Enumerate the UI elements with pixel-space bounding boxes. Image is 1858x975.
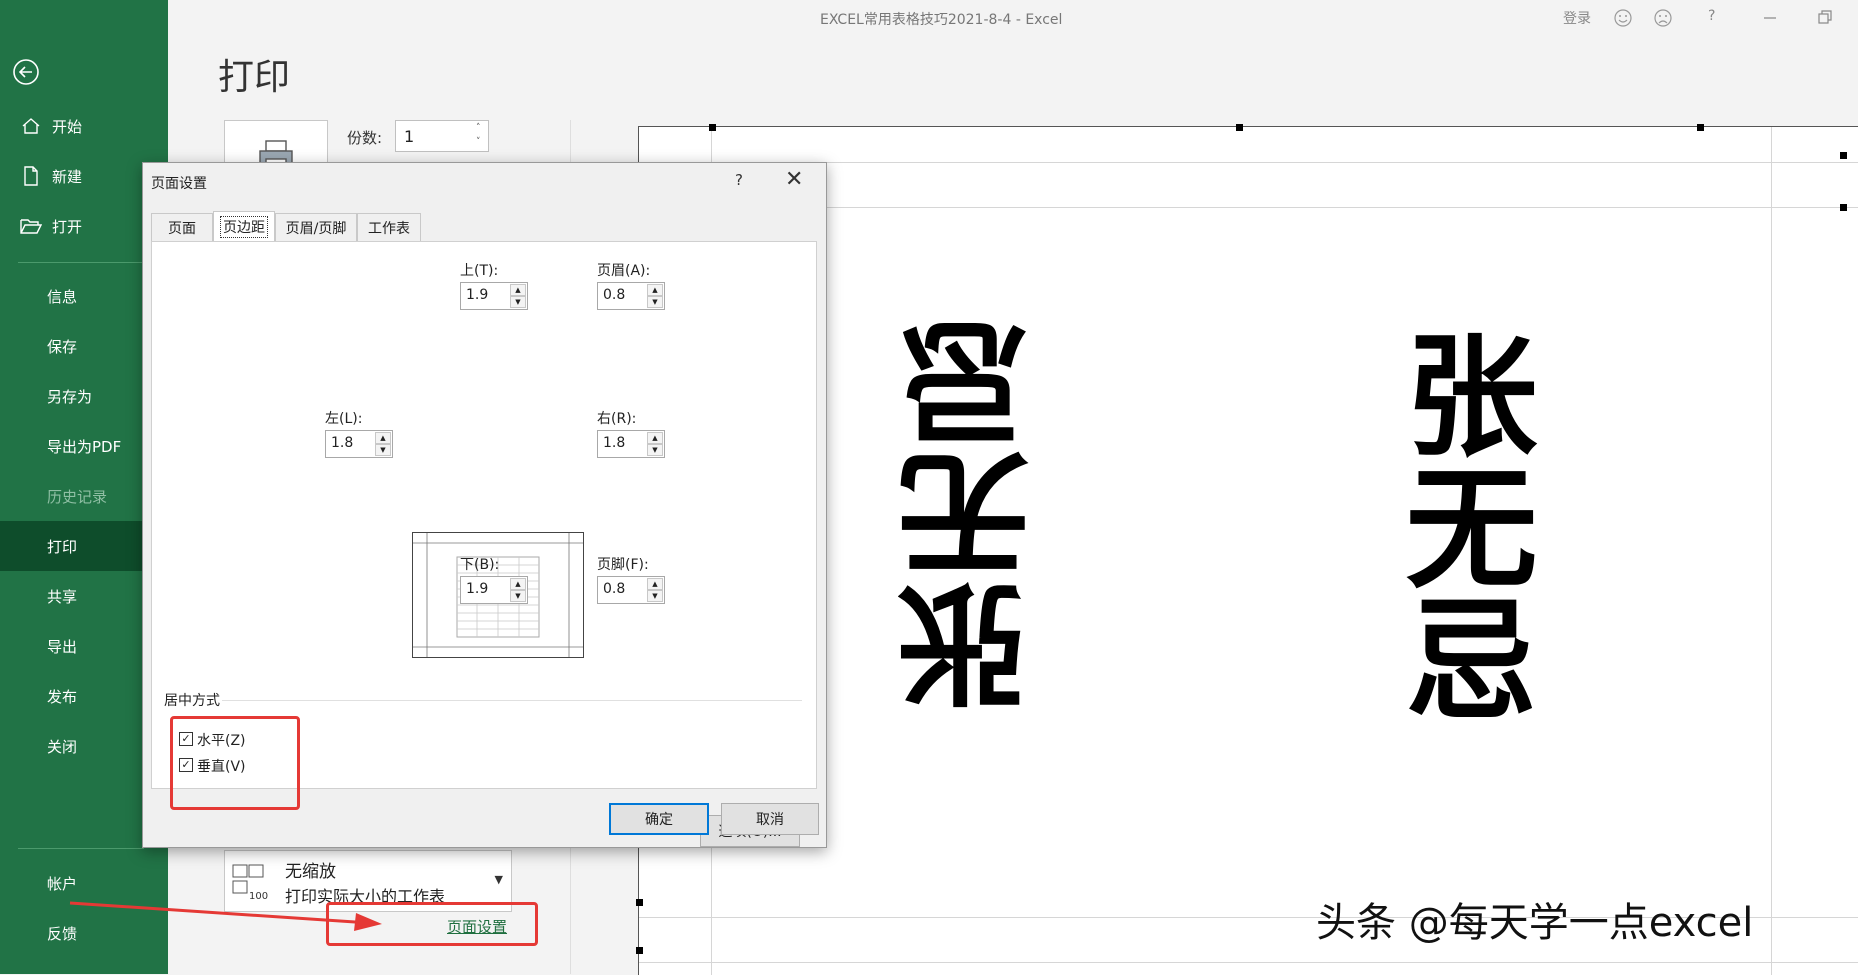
- chevron-down-icon: ▼: [494, 873, 503, 886]
- margin-handle[interactable]: [1236, 124, 1243, 131]
- nav-label: 帐户: [47, 874, 78, 893]
- footer-margin-label: 页脚(F):: [597, 557, 649, 573]
- smile-icon[interactable]: [1613, 8, 1633, 28]
- group-divider: [222, 700, 802, 701]
- bottom-margin-spinner[interactable]: 1.9 ▲ ▼: [460, 576, 528, 604]
- minimize-icon[interactable]: [1760, 8, 1780, 28]
- scaling-title: 无缩放: [285, 862, 336, 882]
- spin-up-icon[interactable]: ▲: [647, 284, 663, 296]
- margin-handle[interactable]: [636, 899, 643, 906]
- left-margin-spinner[interactable]: 1.8 ▲ ▼: [325, 430, 393, 458]
- center-on-page-label: 居中方式: [164, 693, 220, 709]
- nav-label: 开始: [52, 117, 83, 136]
- nav-label: 打开: [52, 217, 83, 236]
- tab-margins[interactable]: 页边距: [213, 211, 275, 242]
- back-arrow-icon[interactable]: [12, 58, 40, 86]
- nav-label: 导出: [47, 637, 78, 656]
- nav-label: 新建: [52, 167, 83, 186]
- margin-handle[interactable]: [709, 124, 716, 131]
- spinner-value: 1.8: [331, 435, 354, 451]
- red-arrow-icon: [69, 901, 382, 931]
- page-setup-dialog: 页面设置 ? ✕ 页面 页边距 页眉/页脚 工作表 上(T): 1.9 ▲ ▼ 页…: [142, 162, 827, 848]
- nav-label: 信息: [47, 287, 78, 306]
- tab-header-footer[interactable]: 页眉/页脚: [275, 213, 357, 241]
- dialog-help-button[interactable]: ?: [735, 171, 743, 189]
- close-icon[interactable]: ✕: [785, 167, 803, 192]
- spinner-value: 0.8: [603, 287, 626, 303]
- nav-label: 历史记录: [47, 487, 108, 506]
- nav-label: 关闭: [47, 737, 78, 756]
- spin-down-icon[interactable]: ▼: [647, 444, 663, 456]
- header-margin-label: 页眉(A):: [597, 263, 651, 279]
- header-margin-spinner[interactable]: 0.8 ▲ ▼: [597, 282, 665, 310]
- spinner-value: 0.8: [603, 581, 626, 597]
- nav-label: 另存为: [47, 387, 93, 406]
- spin-up-icon[interactable]: ▲: [647, 578, 663, 590]
- nav-label: 共享: [47, 587, 78, 606]
- window-title: EXCEL常用表格技巧2021-8-4 - Excel: [820, 12, 1063, 28]
- margin-handle[interactable]: [1840, 152, 1847, 159]
- spin-down-icon[interactable]: ▼: [510, 296, 526, 308]
- nav-label: 发布: [47, 687, 78, 706]
- folder-open-icon: [18, 215, 44, 237]
- page-title: 打印: [218, 57, 291, 98]
- nav-home[interactable]: 开始: [0, 101, 168, 151]
- tab-page[interactable]: 页面: [151, 213, 213, 241]
- tab-label: 页眉/页脚: [285, 220, 347, 237]
- spin-down-icon[interactable]: ▼: [375, 444, 391, 456]
- bottom-margin-label: 下(B):: [460, 557, 500, 573]
- new-file-icon: [18, 165, 44, 187]
- spin-down-icon[interactable]: ▼: [647, 296, 663, 308]
- tab-label: 页面: [168, 220, 196, 237]
- copies-input[interactable]: 1: [395, 120, 489, 152]
- margin-handle[interactable]: [1840, 204, 1847, 211]
- margin-handle[interactable]: [636, 947, 643, 954]
- margin-handle[interactable]: [1697, 124, 1704, 131]
- spin-up-icon[interactable]: ▲: [510, 284, 526, 296]
- nav-label: 导出为PDF: [47, 437, 122, 456]
- spinner-value: 1.9: [466, 581, 489, 597]
- margin-guide: [639, 962, 1858, 963]
- tab-label: 工作表: [368, 220, 410, 237]
- home-icon: [18, 115, 44, 137]
- signin-link[interactable]: 登录: [1563, 8, 1591, 28]
- nav-divider: [18, 848, 144, 849]
- margin-guide: [1771, 127, 1772, 975]
- nav-label: 打印: [47, 537, 78, 556]
- nav-divider: [18, 262, 144, 263]
- frown-icon[interactable]: [1653, 8, 1673, 28]
- highlight-box: [170, 716, 300, 810]
- copies-down-icon[interactable]: ˅: [476, 138, 481, 147]
- tab-label: 页边距: [220, 216, 268, 238]
- margins-panel: 上(T): 1.9 ▲ ▼ 页眉(A): 0.8 ▲ ▼ 左(L): 1.8 ▲ ▼ …: [151, 241, 817, 847]
- help-button[interactable]: ?: [1708, 8, 1715, 24]
- restore-icon[interactable]: [1815, 8, 1835, 28]
- dialog-title: 页面设置: [151, 176, 207, 192]
- spinner-value: 1.9: [466, 287, 489, 303]
- top-margin-label: 上(T):: [460, 263, 499, 279]
- copies-up-icon[interactable]: ˄: [476, 124, 481, 133]
- right-margin-spinner[interactable]: 1.8 ▲ ▼: [597, 430, 665, 458]
- top-margin-spinner[interactable]: 1.9 ▲ ▼: [460, 282, 528, 310]
- footer-margin-spinner[interactable]: 0.8 ▲ ▼: [597, 576, 665, 604]
- cancel-button[interactable]: 取消: [721, 803, 819, 835]
- spin-down-icon[interactable]: ▼: [510, 590, 526, 602]
- left-margin-label: 左(L):: [325, 411, 363, 427]
- cell-text-right: 张无忌: [1383, 327, 1537, 723]
- spinner-value: 1.8: [603, 435, 626, 451]
- cell-text-left: 张无忌: [898, 317, 1052, 713]
- spin-down-icon[interactable]: ▼: [647, 590, 663, 602]
- spin-up-icon[interactable]: ▲: [510, 578, 526, 590]
- nav-label: 保存: [47, 337, 78, 356]
- ok-button[interactable]: 确定: [609, 803, 709, 835]
- tab-sheet[interactable]: 工作表: [357, 213, 421, 241]
- right-margin-label: 右(R):: [597, 411, 637, 427]
- spin-up-icon[interactable]: ▲: [647, 432, 663, 444]
- spin-up-icon[interactable]: ▲: [375, 432, 391, 444]
- copies-label: 份数:: [347, 129, 383, 147]
- watermark-text: 头条 @每天学一点excel: [1316, 900, 1754, 946]
